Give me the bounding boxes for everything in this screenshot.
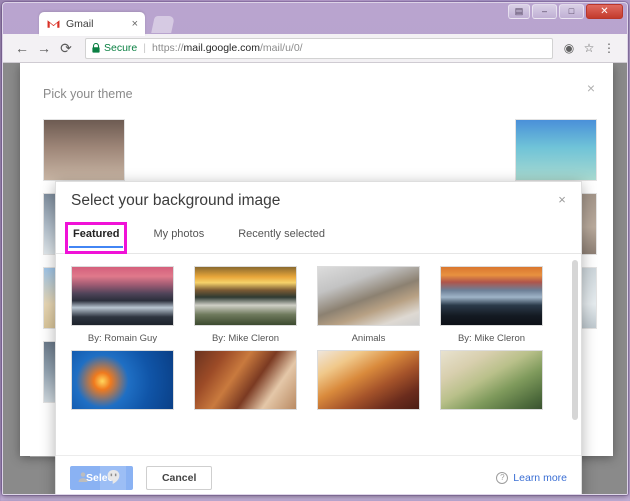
image-tile-animals[interactable]: Animals [317, 266, 420, 344]
browser-window: Gmail × ▤ – □ ✕ ← → ⟳ Secure | https:// … [2, 2, 628, 495]
bookmark-star-icon[interactable]: ☆ [579, 38, 599, 58]
reload-button[interactable]: ⟳ [55, 37, 77, 59]
select-background-image-title: Select your background image [71, 192, 281, 209]
pick-your-theme-title: Pick your theme [43, 87, 133, 101]
background-image-gallery: By: Romain Guy By: Mike Cleron Animals By: … [56, 254, 581, 455]
tab-featured[interactable]: Featured [64, 222, 128, 254]
browser-tab-gmail[interactable]: Gmail × [39, 12, 145, 36]
url-host: mail.google.com [183, 42, 260, 54]
browser-tab-strip: Gmail × ▤ – □ ✕ [3, 3, 627, 36]
back-button[interactable]: ← [11, 37, 33, 59]
image-tile-jellyfish-thumbnail[interactable] [71, 350, 174, 410]
tab-recently-selected[interactable]: Recently selected [236, 228, 327, 248]
browser-menu-icon[interactable]: ⋮ [599, 38, 619, 58]
gallery-scrollbar[interactable] [572, 260, 578, 420]
image-tile-mike-cleron-2-thumbnail[interactable] [440, 266, 543, 326]
image-tile-slot-canyon-2[interactable] [317, 350, 420, 410]
select-background-image-header: Select your background image × [56, 182, 581, 228]
image-tile-mike-cleron-2[interactable]: By: Mike Cleron [440, 266, 543, 344]
theme-thumb-5[interactable] [515, 119, 597, 181]
new-tab-button[interactable] [151, 16, 175, 33]
image-tile-leaf-dew[interactable] [440, 350, 543, 410]
hangouts-icon[interactable] [100, 464, 126, 490]
window-user-button[interactable]: ▤ [508, 4, 530, 19]
browser-toolbar: ← → ⟳ Secure | https:// mail.google.com … [3, 34, 627, 63]
image-tile-mike-cleron-1[interactable]: By: Mike Cleron [194, 266, 297, 344]
address-bar[interactable]: Secure | https:// mail.google.com /mail/… [85, 37, 553, 59]
select-background-image-close-icon[interactable]: × [555, 193, 569, 207]
gallery-row [71, 350, 566, 410]
image-tile-romain-guy-caption: By: Romain Guy [87, 333, 158, 344]
image-tile-animals-caption: Animals [351, 333, 386, 344]
secure-label: Secure [104, 42, 138, 54]
background-image-tabs: Featured My photos Recently selected [56, 222, 581, 254]
page-action-icon[interactable]: ◉ [559, 38, 579, 58]
window-minimize-button[interactable]: – [532, 4, 557, 19]
gallery-rows: By: Romain Guy By: Mike Cleron Animals By: … [71, 266, 566, 410]
gallery-row: By: Romain Guy By: Mike Cleron Animals By: … [71, 266, 566, 344]
browser-tab-close-icon[interactable]: × [131, 17, 139, 32]
window-maximize-button[interactable]: □ [559, 4, 584, 19]
browser-tab-title: Gmail [66, 18, 94, 30]
image-tile-romain-guy[interactable]: By: Romain Guy [71, 266, 174, 344]
forward-button[interactable]: → [33, 37, 55, 59]
tab-my-photos[interactable]: My photos [151, 228, 206, 248]
gmail-chat-bar [20, 450, 613, 494]
window-close-button[interactable]: ✕ [586, 4, 623, 19]
image-tile-romain-guy-thumbnail[interactable] [71, 266, 174, 326]
image-tile-mike-cleron-1-thumbnail[interactable] [194, 266, 297, 326]
gmail-page: Pick your theme × Select your background… [3, 63, 627, 494]
image-tile-slot-canyon-1-thumbnail[interactable] [194, 350, 297, 410]
image-tile-mike-cleron-2-caption: By: Mike Cleron [457, 333, 526, 344]
lock-icon [92, 43, 100, 53]
image-tile-slot-canyon-1[interactable] [194, 350, 297, 410]
chat-bar-divider [30, 456, 140, 457]
image-tile-animals-thumbnail[interactable] [317, 266, 420, 326]
gmail-m-icon [47, 20, 60, 28]
image-tile-leaf-dew-thumbnail[interactable] [440, 350, 543, 410]
select-background-image-dialog: Select your background image × Featured M… [55, 181, 582, 494]
pick-your-theme-close-icon[interactable]: × [583, 81, 599, 97]
image-tile-mike-cleron-1-caption: By: Mike Cleron [211, 333, 280, 344]
omnibox-separator: | [143, 42, 147, 54]
url-path: /mail/u/0/ [259, 42, 303, 54]
image-tile-slot-canyon-2-thumbnail[interactable] [317, 350, 420, 410]
theme-thumb-1[interactable] [43, 119, 125, 181]
chat-person-icon[interactable] [70, 464, 96, 490]
url-scheme: https:// [152, 42, 184, 54]
window-controls: ▤ – □ ✕ [508, 4, 623, 19]
image-tile-jellyfish[interactable] [71, 350, 174, 410]
